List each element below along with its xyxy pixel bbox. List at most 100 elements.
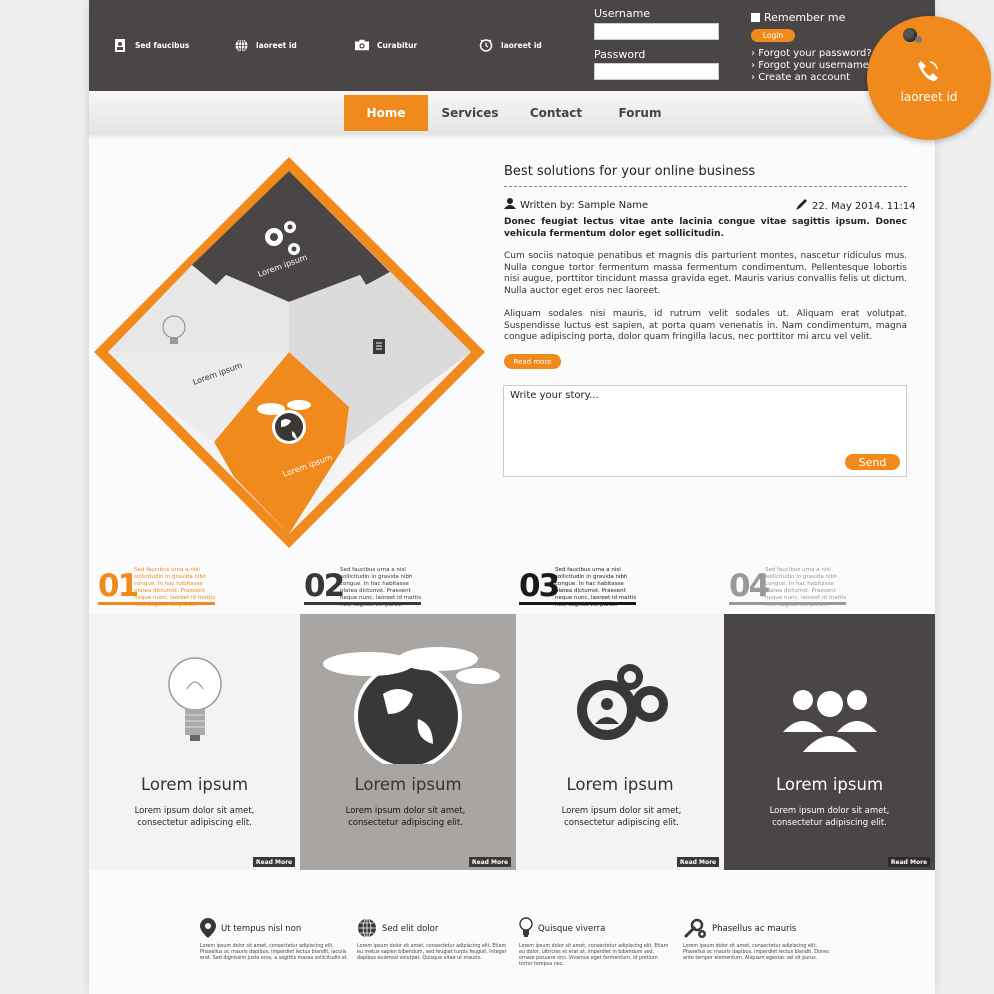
read-more-button[interactable]: Read More <box>469 857 511 867</box>
footer-title: Sed elit dolor <box>382 924 439 934</box>
panel-text: Lorem ipsum dolor sit amet, consectetur … <box>561 806 682 828</box>
author-text: Written by: Sample Name <box>520 199 649 211</box>
team-icon <box>724 682 935 757</box>
nav-services[interactable]: Services <box>429 95 511 131</box>
panel-title: Lorem ipsum <box>354 775 462 794</box>
step-number: 02 <box>304 568 345 604</box>
step-2: 02 Sed faucibus urna a nisl sollicitudin… <box>304 567 422 608</box>
panel-text: Lorem ipsum dolor sit amet, consectetur … <box>134 806 255 828</box>
send-button[interactable]: Send <box>845 454 900 470</box>
top-link-2[interactable]: laoreet id <box>234 38 297 52</box>
tools-icon <box>683 917 707 942</box>
remember-me[interactable]: Remember me <box>751 11 845 24</box>
remember-checkbox[interactable] <box>751 13 760 22</box>
feature-panel-3: Lorem ipsum Lorem ipsum dolor sit amet, … <box>516 614 724 870</box>
step-bar <box>729 602 846 605</box>
step-4: 04 Sed faucibus urna a nisl sollicitudin… <box>729 567 847 608</box>
step-1: 01 Sed faucibus urna a nisl sollicitudin… <box>98 567 216 608</box>
feature-panel-2: Lorem ipsum Lorem ipsum dolor sit amet, … <box>300 614 516 870</box>
read-more-button[interactable]: Read more <box>504 354 561 369</box>
step-number: 03 <box>519 568 560 604</box>
divider <box>504 186 907 187</box>
camera-icon <box>355 38 369 52</box>
top-link-label: laoreet id <box>501 40 542 50</box>
read-more-button[interactable]: Read More <box>253 857 295 867</box>
panel-text: Lorem ipsum dolor sit amet, consectetur … <box>769 806 890 828</box>
footer-text: Lorem ipsum dolor sit amet, consectetur … <box>200 944 349 961</box>
article-title: Best solutions for your online business <box>504 164 756 179</box>
article-author: Written by: Sample Name <box>504 198 648 212</box>
contact-badge[interactable]: laoreet id <box>867 16 991 140</box>
create-account-link[interactable]: › Create an account <box>751 72 850 83</box>
step-bar <box>304 602 421 605</box>
step-number: 04 <box>729 568 770 604</box>
panel-title: Lorem ipsum <box>775 775 884 794</box>
step-3: 03 Sed faucibus urna a nisl sollicitudin… <box>519 567 637 608</box>
nav-home[interactable]: Home <box>344 95 428 131</box>
globe-icon <box>234 38 248 52</box>
panel-title: Lorem ipsum <box>140 775 249 794</box>
panel-text: Lorem ipsum dolor sit amet, consectetur … <box>345 806 466 828</box>
article-paragraph: Aliquam sodales nisi mauris, id rutrum v… <box>504 309 907 342</box>
person-icon <box>113 38 127 52</box>
footer-text: Lorem ipsum dolor sit amet, consectetur … <box>519 944 669 967</box>
username-label: Username <box>594 7 651 20</box>
footer-column-3: Quisque viverra Lorem ipsum dolor sit am… <box>519 916 669 968</box>
top-link-1[interactable]: Sed faucibus <box>113 38 189 52</box>
contact-badge-text: laoreet id <box>900 90 958 104</box>
top-link-label: laoreet id <box>256 40 297 50</box>
footer-title: Quisque viverra <box>538 924 606 934</box>
gears-icon <box>516 662 724 742</box>
top-link-label: Curabitur <box>377 40 418 50</box>
date-text: 22. May 2014. 11:14 <box>812 200 916 212</box>
remember-label: Remember me <box>764 11 846 24</box>
article-paragraph: Cum sociis natoque penatibus et magnis d… <box>504 251 907 296</box>
password-label: Password <box>594 48 646 61</box>
footer-text: Lorem ipsum dolor sit amet, consectetur … <box>683 944 830 961</box>
footer-column-2: Sed elit dolor Lorem ipsum dolor sit ame… <box>357 918 507 962</box>
top-link-3[interactable]: Curabitur <box>355 38 417 52</box>
username-input[interactable] <box>594 23 719 40</box>
user-icon <box>504 198 516 212</box>
footer-column-4: Phasellus ac mauris Lorem ipsum dolor si… <box>683 918 833 962</box>
forgot-username-link[interactable]: › Forgot your username? <box>751 60 874 71</box>
top-bar: Sed faucibus laoreet id Curabitur laoree… <box>89 0 935 91</box>
main-nav: Home Services Contact Forum <box>89 91 935 135</box>
article-date: 22. May 2014. 11:14 <box>795 198 916 214</box>
lightbulb-icon <box>89 649 300 759</box>
top-link-4[interactable]: laoreet id <box>479 38 542 52</box>
clock-icon <box>479 38 493 52</box>
create-account-label: Create an account <box>758 72 851 83</box>
forgot-password-label: Forgot your password? <box>758 48 872 59</box>
panel-title: Lorem ipsum <box>566 775 674 794</box>
phone-icon <box>915 58 941 88</box>
map-pin-icon <box>200 917 216 941</box>
forgot-password-link[interactable]: › Forgot your password? <box>751 48 872 59</box>
read-more-button[interactable]: Read More <box>677 857 719 867</box>
pin-icon <box>915 36 922 43</box>
step-bar <box>98 602 215 605</box>
nav-contact[interactable]: Contact <box>514 95 598 131</box>
login-button[interactable]: Login <box>751 29 795 42</box>
footer-text: Lorem ipsum dolor sit amet, consectetur … <box>357 944 507 961</box>
nav-forum[interactable]: Forum <box>599 95 681 131</box>
footer: Ut tempus nisl non Lorem ipsum dolor sit… <box>89 880 935 994</box>
article-lead: Donec feugiat lectus vitae ante lacinia … <box>504 217 907 239</box>
diamond-infographic: Lorem ipsum Lorem ipsum Lorem ipsum <box>94 157 485 548</box>
read-more-button[interactable]: Read More <box>888 857 930 867</box>
step-number: 01 <box>98 568 139 604</box>
footer-column-1: Ut tempus nisl non Lorem ipsum dolor sit… <box>200 917 350 962</box>
footer-title: Ut tempus nisl non <box>221 924 302 934</box>
footer-title: Phasellus ac mauris <box>712 924 797 934</box>
password-input[interactable] <box>594 63 719 80</box>
top-link-label: Sed faucibus <box>135 40 190 50</box>
pen-icon <box>795 198 808 214</box>
forgot-username-label: Forgot your username? <box>758 60 875 71</box>
globe-icon <box>300 644 516 764</box>
lightbulb-icon <box>519 916 533 942</box>
step-bar <box>519 602 636 605</box>
diamond-graphic: Lorem ipsum Lorem ipsum Lorem ipsum <box>94 157 485 548</box>
feature-panel-1: Lorem ipsum Lorem ipsum dolor sit amet, … <box>89 614 300 870</box>
feature-panel-4: Lorem ipsum Lorem ipsum dolor sit amet, … <box>724 614 935 870</box>
globe-icon <box>357 918 377 941</box>
